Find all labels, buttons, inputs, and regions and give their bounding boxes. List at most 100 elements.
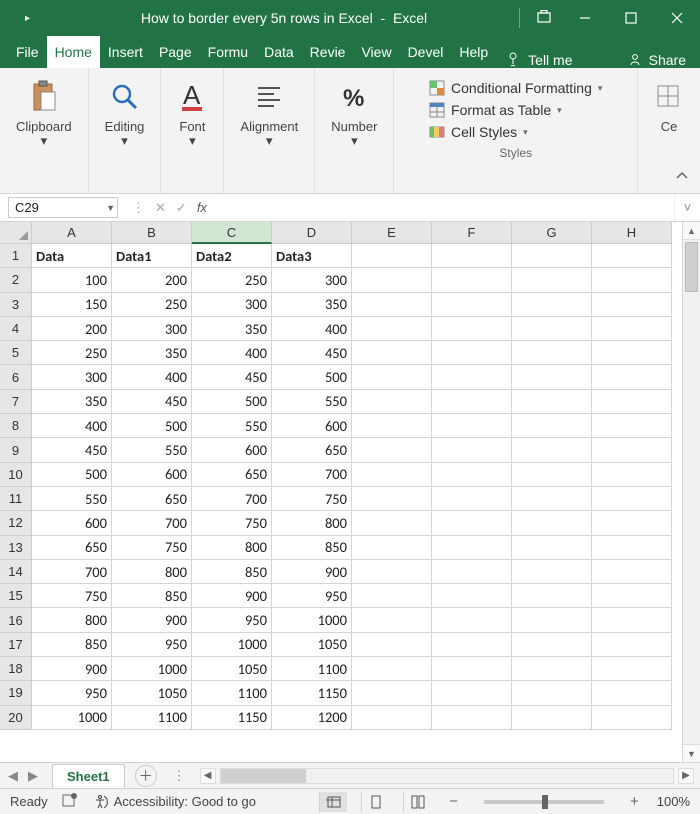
cell[interactable]: 450	[272, 341, 352, 365]
cell[interactable]: 850	[112, 584, 192, 608]
cell[interactable]	[512, 560, 592, 584]
cell[interactable]: 750	[192, 511, 272, 535]
cell[interactable]	[352, 560, 432, 584]
name-box[interactable]: C29 ▼	[8, 197, 118, 218]
cell[interactable]: 1100	[112, 706, 192, 730]
cell[interactable]	[592, 681, 672, 705]
cell[interactable]	[432, 681, 512, 705]
cell[interactable]: 1000	[192, 633, 272, 657]
cell[interactable]: 1000	[32, 706, 112, 730]
format-as-table-button[interactable]: Format as Table▾	[423, 100, 568, 120]
cell[interactable]: 500	[272, 365, 352, 389]
cell[interactable]: 1000	[112, 657, 192, 681]
cell[interactable]: 550	[112, 438, 192, 462]
scroll-up-icon[interactable]: ▲	[683, 222, 700, 240]
cell[interactable]: Data	[32, 244, 112, 268]
cell[interactable]	[432, 244, 512, 268]
cell[interactable]: 650	[192, 463, 272, 487]
cell[interactable]	[592, 633, 672, 657]
row-header[interactable]: 8	[0, 414, 32, 438]
cell[interactable]	[352, 390, 432, 414]
number-button[interactable]: % Number▾	[325, 74, 383, 153]
cell[interactable]	[352, 584, 432, 608]
cell[interactable]	[352, 487, 432, 511]
row-header[interactable]: 7	[0, 390, 32, 414]
cell[interactable]	[592, 341, 672, 365]
cell[interactable]	[512, 390, 592, 414]
cell[interactable]: 950	[192, 608, 272, 632]
row-header[interactable]: 18	[0, 657, 32, 681]
cell[interactable]: 450	[192, 365, 272, 389]
row-header[interactable]: 2	[0, 268, 32, 292]
cell[interactable]	[592, 438, 672, 462]
cell[interactable]: 1050	[112, 681, 192, 705]
cell[interactable]: 600	[32, 511, 112, 535]
row-header[interactable]: 6	[0, 365, 32, 389]
name-box-dropdown-icon[interactable]: ▼	[106, 203, 115, 213]
cell[interactable]	[352, 438, 432, 462]
cell[interactable]: 850	[32, 633, 112, 657]
cell[interactable]	[432, 341, 512, 365]
cell[interactable]	[592, 463, 672, 487]
cell[interactable]: 450	[112, 390, 192, 414]
cancel-formula-icon[interactable]: ✕	[155, 200, 166, 216]
tab-help[interactable]: Help	[451, 36, 496, 68]
row-header[interactable]: 5	[0, 341, 32, 365]
cell[interactable]: 200	[32, 317, 112, 341]
zoom-slider[interactable]	[484, 800, 604, 804]
cell[interactable]: 950	[112, 633, 192, 657]
sheet-nav-prev-icon[interactable]: ◀	[8, 768, 18, 784]
cell[interactable]	[432, 365, 512, 389]
cell[interactable]	[352, 608, 432, 632]
cell[interactable]: Data2	[192, 244, 272, 268]
column-header-A[interactable]: A	[32, 222, 112, 244]
cell[interactable]: 850	[272, 536, 352, 560]
column-header-C[interactable]: C	[192, 222, 272, 244]
cell[interactable]: 950	[32, 681, 112, 705]
view-page-layout-button[interactable]	[361, 792, 389, 812]
cell[interactable]	[352, 414, 432, 438]
select-all-corner[interactable]	[0, 222, 32, 244]
cell[interactable]: 800	[112, 560, 192, 584]
sheet-nav-next-icon[interactable]: ▶	[28, 768, 38, 784]
cell[interactable]: 1000	[272, 608, 352, 632]
cell[interactable]: 400	[272, 317, 352, 341]
cell[interactable]	[352, 244, 432, 268]
cell[interactable]	[512, 487, 592, 511]
alignment-button[interactable]: Alignment▾	[234, 74, 304, 153]
horizontal-scrollbar[interactable]	[220, 768, 674, 784]
accessibility-status[interactable]: Accessibility: Good to go	[92, 794, 256, 810]
cell[interactable]	[512, 463, 592, 487]
cell[interactable]: 350	[192, 317, 272, 341]
cell[interactable]: 550	[192, 414, 272, 438]
row-header[interactable]: 4	[0, 317, 32, 341]
cell[interactable]: 150	[32, 293, 112, 317]
formula-dots-icon[interactable]: ⋮	[132, 200, 145, 216]
cell[interactable]	[512, 268, 592, 292]
cell[interactable]: 1100	[272, 657, 352, 681]
share-button[interactable]: Share	[613, 52, 700, 68]
collapse-ribbon-icon[interactable]	[674, 168, 690, 187]
cell[interactable]	[352, 341, 432, 365]
conditional-formatting-button[interactable]: Conditional Formatting▾	[423, 78, 608, 98]
cell[interactable]	[352, 681, 432, 705]
tab-insert[interactable]: Insert	[100, 36, 151, 68]
column-header-D[interactable]: D	[272, 222, 352, 244]
cell[interactable]: 1050	[192, 657, 272, 681]
cell[interactable]: 250	[32, 341, 112, 365]
cell[interactable]: 850	[192, 560, 272, 584]
tab-splitter-icon[interactable]: ⋮	[163, 768, 196, 784]
cell[interactable]	[432, 463, 512, 487]
cell[interactable]	[512, 317, 592, 341]
cell[interactable]: Data3	[272, 244, 352, 268]
cell[interactable]	[432, 633, 512, 657]
new-sheet-button[interactable]: ＋	[135, 765, 157, 787]
tab-page-layout[interactable]: Page	[151, 36, 200, 68]
cell[interactable]: 1050	[272, 633, 352, 657]
cell[interactable]	[432, 706, 512, 730]
zoom-level[interactable]: 100%	[657, 794, 690, 809]
cell[interactable]: 350	[272, 293, 352, 317]
row-header[interactable]: 10	[0, 463, 32, 487]
cell[interactable]: 900	[272, 560, 352, 584]
cell[interactable]	[592, 365, 672, 389]
